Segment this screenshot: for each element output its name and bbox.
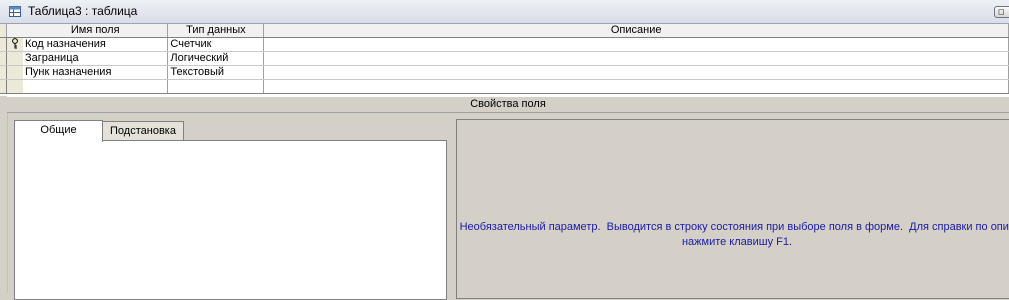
field-name-cell[interactable]: Заграница (22, 51, 169, 66)
description-cell[interactable] (263, 37, 1009, 52)
field-design-grid: Имя поля Тип данных Описание Код назначе… (0, 24, 1009, 97)
description-cell[interactable] (263, 79, 1009, 94)
column-header-data-type: Тип данных (167, 24, 265, 38)
window-title: Таблица3 : таблица (28, 4, 138, 18)
table-icon (9, 6, 21, 17)
restore-button[interactable]: ◻ (994, 6, 1009, 18)
row-selector[interactable] (0, 65, 8, 80)
row-selector[interactable] (0, 37, 8, 52)
primary-key-cell (6, 65, 23, 80)
column-header-description: Описание (263, 24, 1009, 38)
data-type-cell[interactable]: Счетчик (167, 37, 265, 52)
description-cell[interactable] (263, 51, 1009, 66)
primary-key-cell (6, 37, 23, 52)
window-titlebar: Таблица3 : таблица ◻ (0, 0, 1009, 24)
table-row[interactable]: Заграница Логический (0, 51, 1009, 66)
column-header-field-name: Имя поля (22, 24, 169, 38)
field-name-cell[interactable] (22, 79, 169, 94)
data-type-cell[interactable] (167, 79, 265, 94)
description-cell[interactable] (263, 65, 1009, 80)
help-text-line1: Необязательный параметр. Выводится в стр… (459, 221, 1009, 233)
primary-key-cell (6, 79, 23, 94)
help-panel: Необязательный параметр. Выводится в стр… (456, 119, 1009, 299)
row-selector[interactable] (0, 51, 8, 66)
tab-general[interactable]: Общие (14, 120, 103, 142)
field-name-cell[interactable]: Код назначения (22, 37, 169, 52)
key-column-header (6, 24, 23, 38)
table-row-new[interactable] (0, 79, 1009, 94)
help-text-line2: нажмите клавишу F1. (681, 236, 793, 248)
general-properties-panel (14, 140, 447, 300)
field-properties-header: Свойства поля (7, 96, 1009, 113)
table-row[interactable]: Пунк назначения Текстовый (0, 65, 1009, 80)
row-selector[interactable] (0, 79, 8, 94)
help-text: Необязательный параметр. Выводится в стр… (457, 220, 1009, 250)
field-name-cell[interactable]: Пунк назначения (22, 65, 169, 80)
data-type-cell[interactable]: Текстовый (167, 65, 265, 80)
table-row[interactable]: Код назначения Счетчик (0, 37, 1009, 52)
row-selector-header (0, 24, 8, 38)
tab-lookup[interactable]: Подстановка (102, 121, 184, 141)
key-icon (12, 38, 19, 49)
grid-header-row: Имя поля Тип данных Описание (0, 24, 1009, 38)
left-margin-strip (0, 96, 8, 293)
data-type-cell[interactable]: Логический (167, 51, 265, 66)
primary-key-cell (6, 51, 23, 66)
